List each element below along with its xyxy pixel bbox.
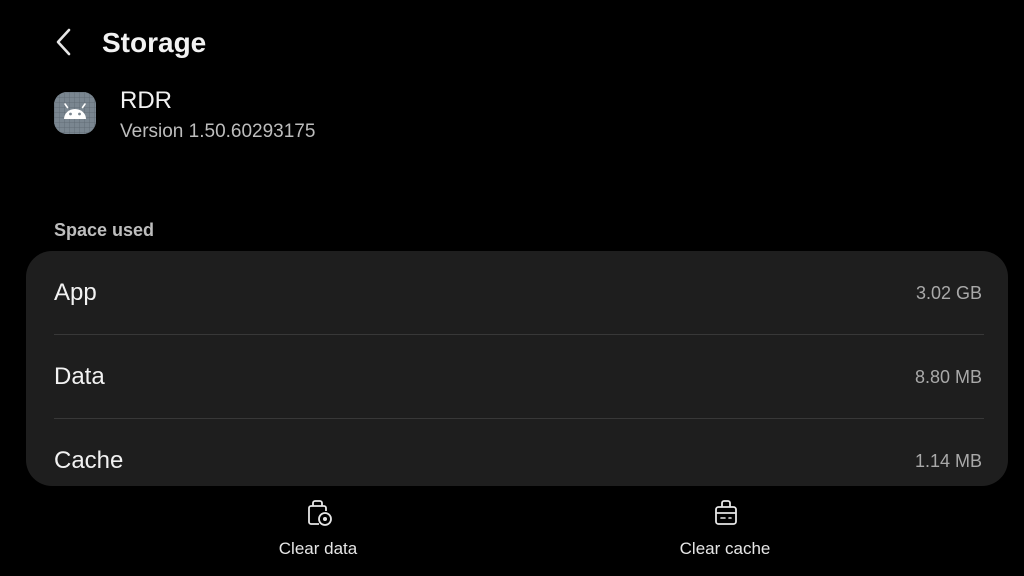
storage-row-value: 8.80 MB bbox=[914, 367, 982, 387]
app-info: RDR Version 1.50.60293175 bbox=[0, 86, 1024, 156]
space-used-card: App 3.02 GB Data 8.80 MB Cache 1.14 MB bbox=[26, 251, 1008, 486]
app-version: Version 1.50.60293175 bbox=[120, 121, 316, 142]
storage-row-label: Cache bbox=[54, 447, 124, 474]
app-name: RDR bbox=[120, 87, 172, 114]
page-title: Storage bbox=[102, 27, 207, 58]
storage-row-label: App bbox=[54, 279, 97, 306]
chevron-left-icon bbox=[56, 28, 71, 56]
android-icon bbox=[54, 92, 96, 134]
clear-data-button[interactable]: Clear data bbox=[218, 496, 418, 568]
clear-cache-button[interactable]: Clear cache bbox=[625, 496, 825, 568]
top-app-bar: Storage bbox=[0, 0, 1024, 86]
storage-row-value: 1.14 MB bbox=[914, 451, 982, 471]
storage-row-cache: Cache 1.14 MB bbox=[26, 419, 1008, 486]
clear-cache-icon bbox=[715, 500, 737, 525]
clear-data-icon bbox=[308, 500, 332, 526]
storage-row-value: 3.02 GB bbox=[915, 283, 982, 303]
back-button[interactable] bbox=[44, 22, 84, 62]
section-label-space-used: Space used bbox=[54, 220, 155, 240]
clear-data-label: Clear data bbox=[278, 539, 358, 558]
storage-row-app: App 3.02 GB bbox=[26, 251, 1008, 335]
storage-row-data: Data 8.80 MB bbox=[26, 335, 1008, 419]
clear-cache-label: Clear cache bbox=[679, 539, 771, 558]
storage-row-label: Data bbox=[54, 363, 105, 390]
